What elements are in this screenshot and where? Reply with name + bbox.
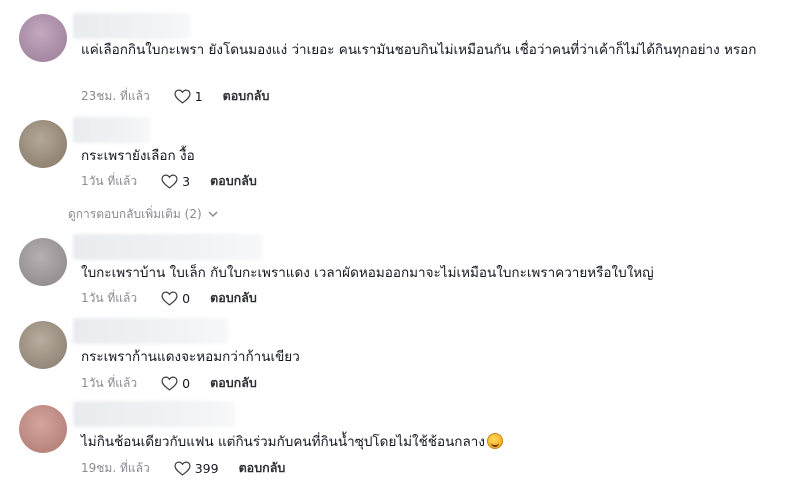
comment-time: 1วัน ที่แล้ว: [81, 173, 138, 188]
like-button[interactable]: 399: [174, 461, 219, 476]
avatar[interactable]: [19, 238, 67, 286]
username-blurred[interactable]: [73, 401, 235, 427]
heart-icon: [161, 174, 178, 189]
grinning-sweat-emoji-icon: [486, 433, 503, 449]
comment-time: 23ชม. ที่แล้ว: [81, 88, 150, 103]
avatar[interactable]: [19, 14, 67, 62]
like-count: 0: [182, 375, 191, 391]
like-button[interactable]: 1: [174, 89, 203, 104]
username-blurred[interactable]: [73, 117, 151, 143]
username-blurred[interactable]: [73, 318, 228, 344]
avatar[interactable]: [19, 405, 67, 453]
like-button[interactable]: 0: [161, 291, 190, 306]
comment-meta: 1วัน ที่แล้ว 0 ตอบกลับ: [81, 289, 257, 307]
comment-text: แค่เลือกกินใบกะเพรา ยังโดนมองแง่ ว่าเยอะ…: [81, 42, 757, 58]
view-more-replies-label: ดูการตอบกลับเพิ่มเติม (2): [68, 206, 202, 221]
comment-text-content: ไม่กินช้อนเดียวกับแฟน แต่กินร่วมกับคนที่…: [81, 434, 485, 450]
comment-text: กระเพราก้านแดงจะหอมกว่าก้านเขียว: [81, 349, 300, 365]
username-blurred[interactable]: [73, 13, 191, 39]
heart-icon: [174, 461, 191, 476]
view-more-replies[interactable]: ดูการตอบกลับเพิ่มเติม (2): [68, 205, 218, 223]
like-count: 3: [182, 173, 191, 189]
comment-text: ใบกะเพราบ้าน ใบเล็ก กับใบกะเพราแดง เวลาผ…: [81, 265, 654, 281]
heart-icon: [161, 376, 178, 391]
username-blurred[interactable]: [73, 234, 263, 260]
like-count: 0: [182, 290, 191, 306]
like-count: 399: [194, 460, 219, 476]
reply-button[interactable]: ตอบกลับ: [210, 288, 257, 308]
chevron-down-icon: [208, 211, 218, 218]
like-button[interactable]: 3: [161, 174, 190, 189]
reply-button[interactable]: ตอบกลับ: [223, 86, 270, 106]
comment-meta: 1วัน ที่แล้ว 0 ตอบกลับ: [81, 374, 257, 392]
like-count: 1: [194, 88, 203, 104]
heart-icon: [161, 291, 178, 306]
comment-time: 1วัน ที่แล้ว: [81, 375, 138, 390]
reply-button[interactable]: ตอบกลับ: [239, 458, 286, 478]
comment-meta: 19ชม. ที่แล้ว 399 ตอบกลับ: [81, 459, 285, 477]
comment-meta: 23ชม. ที่แล้ว 1 ตอบกลับ: [81, 87, 269, 105]
heart-icon: [174, 89, 191, 104]
comment-text: กระเพรายังเลือก งื้อ: [81, 148, 195, 164]
avatar[interactable]: [19, 120, 67, 168]
comment-time: 1วัน ที่แล้ว: [81, 290, 138, 305]
avatar[interactable]: [19, 321, 67, 369]
reply-button[interactable]: ตอบกลับ: [210, 373, 257, 393]
like-button[interactable]: 0: [161, 376, 190, 391]
comment-text: ไม่กินช้อนเดียวกับแฟน แต่กินร่วมกับคนที่…: [81, 432, 761, 453]
comment-time: 19ชม. ที่แล้ว: [81, 460, 150, 475]
comment-meta: 1วัน ที่แล้ว 3 ตอบกลับ: [81, 172, 257, 190]
reply-button[interactable]: ตอบกลับ: [210, 171, 257, 191]
